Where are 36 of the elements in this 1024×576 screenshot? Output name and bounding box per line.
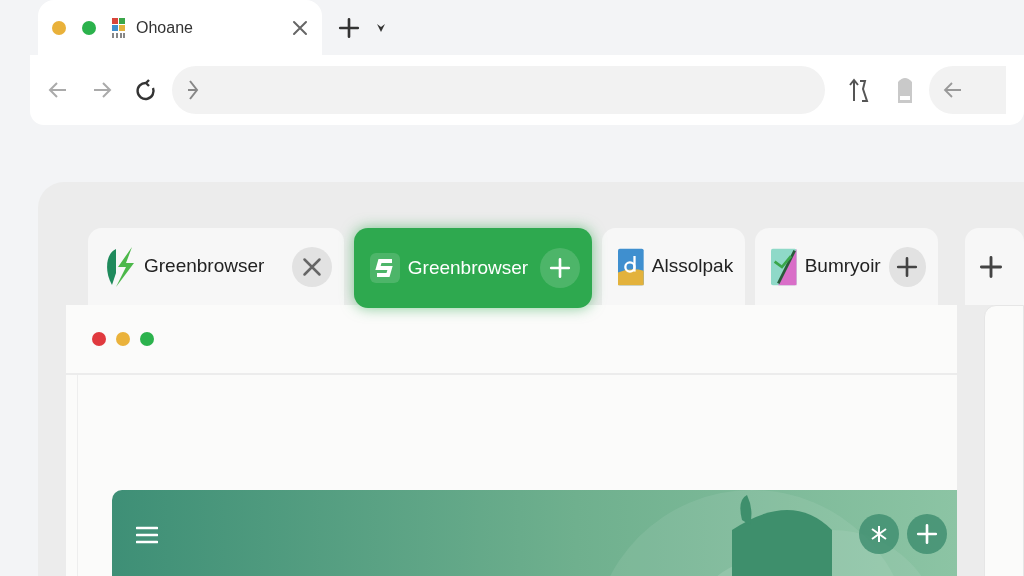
address-field[interactable]	[172, 66, 826, 114]
tab-title[interactable]: Greenbrowser	[144, 252, 265, 281]
sparkle-button[interactable]	[859, 514, 900, 554]
menu-icon[interactable]	[136, 526, 158, 544]
asterisk-icon	[870, 525, 889, 543]
close-tab-button[interactable]	[292, 19, 308, 36]
back-arrow-icon	[943, 80, 964, 100]
letter-s-logo-icon	[369, 253, 400, 283]
new-tab-button[interactable]	[979, 254, 1004, 279]
close-icon	[301, 256, 322, 277]
close-icon	[292, 19, 308, 36]
plus-icon	[916, 523, 939, 545]
reload-button[interactable]	[136, 79, 156, 101]
tab[interactable]: Bumryoir	[755, 228, 939, 305]
new-tab-button[interactable]	[338, 16, 360, 39]
window-dot[interactable]	[116, 332, 130, 346]
site-favicon-icon	[112, 17, 126, 38]
tab[interactable]: Alssolpak	[602, 228, 746, 305]
back-button[interactable]	[48, 80, 68, 100]
caret-icon[interactable]	[376, 22, 386, 33]
window-dot[interactable]	[140, 332, 154, 346]
plus-icon	[338, 16, 360, 39]
window-dot[interactable]	[92, 332, 106, 346]
plus-icon	[896, 255, 919, 278]
app-logo-icon	[771, 246, 797, 287]
arrow-icon	[188, 79, 200, 101]
add-button[interactable]	[888, 246, 927, 287]
forward-button[interactable]	[92, 80, 112, 100]
tab-title[interactable]: Alssolpak	[651, 252, 734, 281]
window-dot[interactable]	[82, 20, 96, 35]
plus-icon	[549, 257, 572, 279]
tab[interactable]: Greenbrowser	[88, 228, 344, 305]
window-dot[interactable]	[52, 20, 66, 35]
app-logo-icon	[618, 246, 644, 287]
tab-title[interactable]: Bumryoir	[804, 252, 881, 281]
plus-icon	[979, 254, 1004, 279]
